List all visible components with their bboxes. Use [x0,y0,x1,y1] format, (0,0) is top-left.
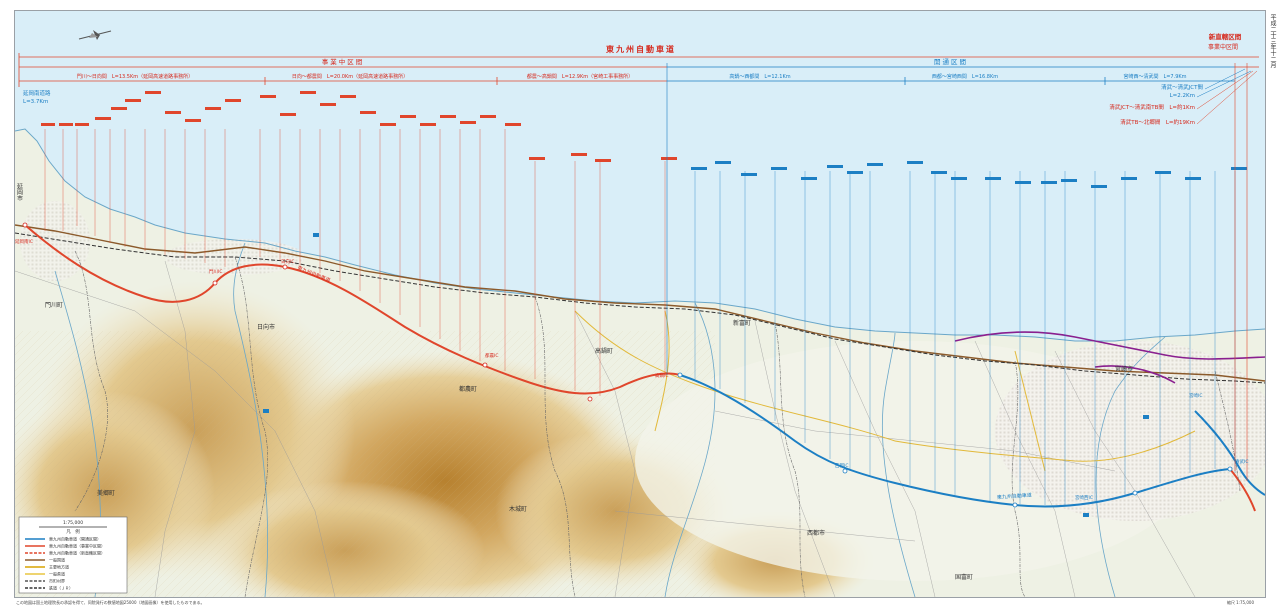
footer-scale: 縮尺 1:75,000 [1226,600,1254,605]
side-date-label: 平成二十三年十二月 [1269,14,1276,68]
north-arrow-icon [78,30,112,40]
place-shintomi: 新富町 [733,319,751,327]
segment-label-5: 西都～宮崎西間 L=16.8Km [932,73,998,80]
place-kadogawa: 門川町 [45,302,63,309]
right-header-line1: 新直轄区間 [1209,32,1242,41]
ic-hyuga: 日向IC [281,258,294,265]
map-sheet: 東九州自動車道 事業中区間 開通区間 新直轄区間 事業中区間 門川～日向間 L=… [0,0,1280,607]
right-note-4: 清武TB～北郷間 L=約19Km [1120,118,1195,126]
ic-kiyotake: 清武IC [1235,458,1248,465]
ic-miyazaki-nishi: 宮崎西IC [1075,494,1093,501]
segment-label-6: 宮崎西～清武間 L=7.9Km [1123,73,1186,80]
legend-scale: 1:75,000 [63,520,83,526]
legend-item-label: 主要地方道 [49,564,69,570]
place-takanabe: 高鍋町 [595,347,613,355]
place-saito: 西都市 [807,529,825,537]
segment-label-3: 都農～高鍋間 L=12.9Km（宮崎工事事務所） [527,73,633,80]
section-open-label: 開通区間 [934,57,968,66]
legend-item-label: 東九州自動車道（新直轄区間） [49,550,105,556]
ic-kadogawa: 門川IC [209,269,222,275]
ic-tsuno: 都農IC [485,352,498,359]
place-nobeoka: 延岡市 [16,182,23,202]
ic-miyazaki: 宮崎IC [1189,392,1202,399]
ic-takanabe: 高鍋IC [655,372,668,379]
place-miyazaki: 宮崎市 [1115,365,1133,373]
legend-item-label: 一般国道 [49,557,65,563]
section-construction-label: 事業中区間 [322,57,365,66]
ic-nobeoka-minami: 延岡南IC [15,238,33,245]
legend-title: 凡 例 [66,528,80,535]
segment-label-1: 門川～日向間 L=13.5Km（延岡高速道路事務所） [77,73,193,80]
map-frame[interactable]: 東九州自動車道 事業中区間 開通区間 新直轄区間 事業中区間 門川～日向間 L=… [14,10,1266,598]
legend-item-label: 東九州自動車道（開通区間） [49,536,101,542]
right-note-1: 清武～清武JCT間 [1161,83,1203,91]
construction-callout-marks [41,91,677,162]
place-morotsuka: 美郷町 [97,489,115,497]
legend-item-label: 東九州自動車道（事業中区間） [49,543,105,549]
right-note-3: 清武JCT～清武南TB間 L=約1Km [1109,103,1195,111]
place-kunitomi: 国富町 [955,573,973,581]
legend-item-label: 鉄道（ＪＲ） [49,585,73,591]
map-title: 東九州自動車道 [606,44,676,54]
right-header-line2: 事業中区間 [1208,43,1238,51]
right-note-2: L=2.2Km [1170,93,1195,99]
open-callout-marks [691,161,1247,188]
legend-box: 1:75,000 凡 例 東九州自動車道（開通区間）東九州自動車道（事業中区間）… [18,516,128,594]
legend-item-label: 一般県道 [49,571,65,577]
topographic-map[interactable]: 東九州自動車道 事業中区間 開通区間 新直轄区間 事業中区間 門川～日向間 L=… [15,11,1265,597]
segment-label-2: 日向～都農間 L=20.0Km（延岡高速道路事務所） [292,73,408,80]
segment-label-4: 高鍋～西都間 L=12.1Km [729,73,790,80]
place-tsuno: 都農町 [459,385,477,393]
place-kijo: 木城町 [509,505,527,513]
place-hyuga: 日向市 [257,323,275,331]
ic-saito: 西都IC [835,463,848,469]
left-note-line1: 延岡南道路 [23,89,51,97]
legend-item-label: 市町村界 [49,578,65,584]
left-note-line2: L=3.7Km [23,99,48,105]
footer-note: この地図は国土地理院長の承認を得て、同院発行の数値地図25000（地図画像）を使… [16,600,205,605]
